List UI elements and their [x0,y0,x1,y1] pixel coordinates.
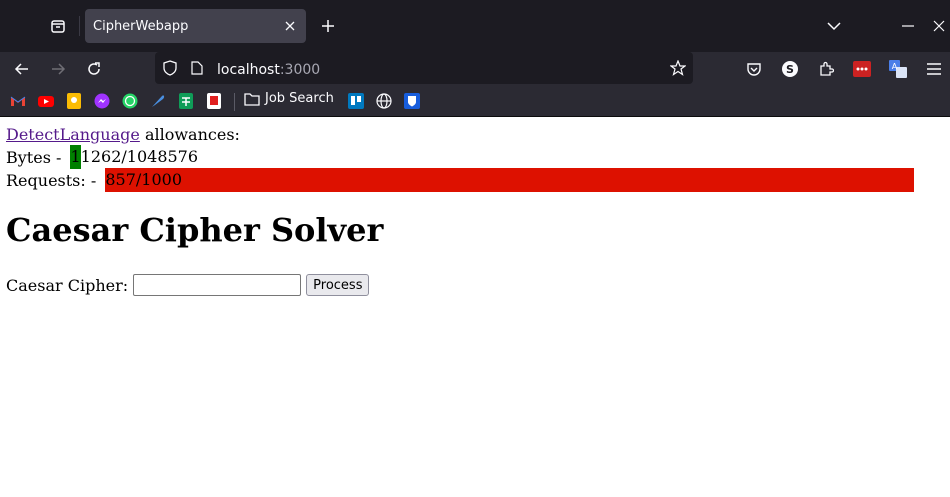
menu-icon[interactable] [919,54,949,84]
process-button[interactable]: Process [306,274,370,296]
url-bar[interactable]: localhost:3000 [155,52,693,84]
url-port: :3000 [279,61,321,78]
svg-text:S: S [786,63,794,76]
page-title: Caesar Cipher Solver [6,211,384,249]
navigation-bar: localhost:3000 S A [0,52,950,86]
detectlanguage-link[interactable]: DetectLanguage [6,125,140,144]
svg-text:A: A [892,62,898,71]
bytes-usage-bar: 11262/1048576 [70,145,198,169]
page-content: DetectLanguage allowances: Bytes - 11262… [0,117,950,497]
cipher-input[interactable] [133,274,302,296]
allowances-label: allowances: [139,125,240,144]
bookmark-star-icon[interactable] [670,60,686,76]
allowances-header: DetectLanguage allowances: [6,125,240,144]
url-host: localhost [217,61,280,78]
close-window-icon[interactable] [925,12,950,40]
requests-usage-text: 857/1000 [105,170,183,189]
keep-bookmark-icon[interactable] [66,93,82,109]
cipher-form: Caesar Cipher: Process [6,274,370,296]
forward-icon[interactable] [43,54,73,84]
messenger-bookmark-icon[interactable] [94,93,110,109]
job-search-folder[interactable]: Job Search [244,91,334,106]
tab-bar: CipherWebapp [0,0,950,52]
password-manager-icon[interactable] [847,54,877,84]
bookmarks-separator [234,93,235,111]
gmail-bookmark-icon[interactable] [10,93,26,109]
requests-label: Requests: - [6,170,102,190]
translate-icon[interactable]: A [883,54,913,84]
youtube-bookmark-icon[interactable] [38,93,54,109]
shield-icon[interactable] [163,60,181,76]
page-icon[interactable] [191,61,207,75]
close-tab-icon[interactable] [278,14,302,38]
url-text: localhost:3000 [217,59,320,78]
account-avatar-icon[interactable]: S [775,54,805,84]
sheets-bookmark-icon[interactable] [178,93,194,109]
requests-usage-fill [105,168,915,192]
back-icon[interactable] [7,54,37,84]
feather-bookmark-icon[interactable] [150,93,166,109]
list-all-tabs-icon[interactable] [820,12,848,40]
folder-icon [244,92,260,106]
trello-bookmark-icon[interactable] [348,93,364,109]
extensions-icon[interactable] [811,54,841,84]
reload-icon[interactable] [79,54,109,84]
requests-usage-bar: 857/1000 [105,168,915,192]
tab-overview-icon[interactable] [44,12,72,40]
minimize-icon[interactable] [894,12,922,40]
tab-title: CipherWebapp [93,18,189,34]
globe-bookmark-icon[interactable] [376,93,392,109]
job-search-folder-label: Job Search [265,91,334,106]
reader-bookmark-icon[interactable] [206,93,222,109]
bytes-label: Bytes - [6,147,67,167]
tab-separator [79,16,80,36]
new-tab-icon[interactable] [316,14,340,38]
pocket-icon[interactable] [739,54,769,84]
requests-row: Requests: - 857/1000 [6,168,915,192]
whatsapp-bookmark-icon[interactable] [122,93,138,109]
bitwarden-bookmark-icon[interactable] [404,93,420,109]
bytes-usage-text: 11262/1048576 [70,147,199,166]
tab-cipherwebapp[interactable]: CipherWebapp [85,9,306,43]
bookmarks-toolbar: Job Search [0,86,950,117]
bytes-row: Bytes - 11262/1048576 [6,145,198,169]
cipher-label: Caesar Cipher: [6,275,129,295]
